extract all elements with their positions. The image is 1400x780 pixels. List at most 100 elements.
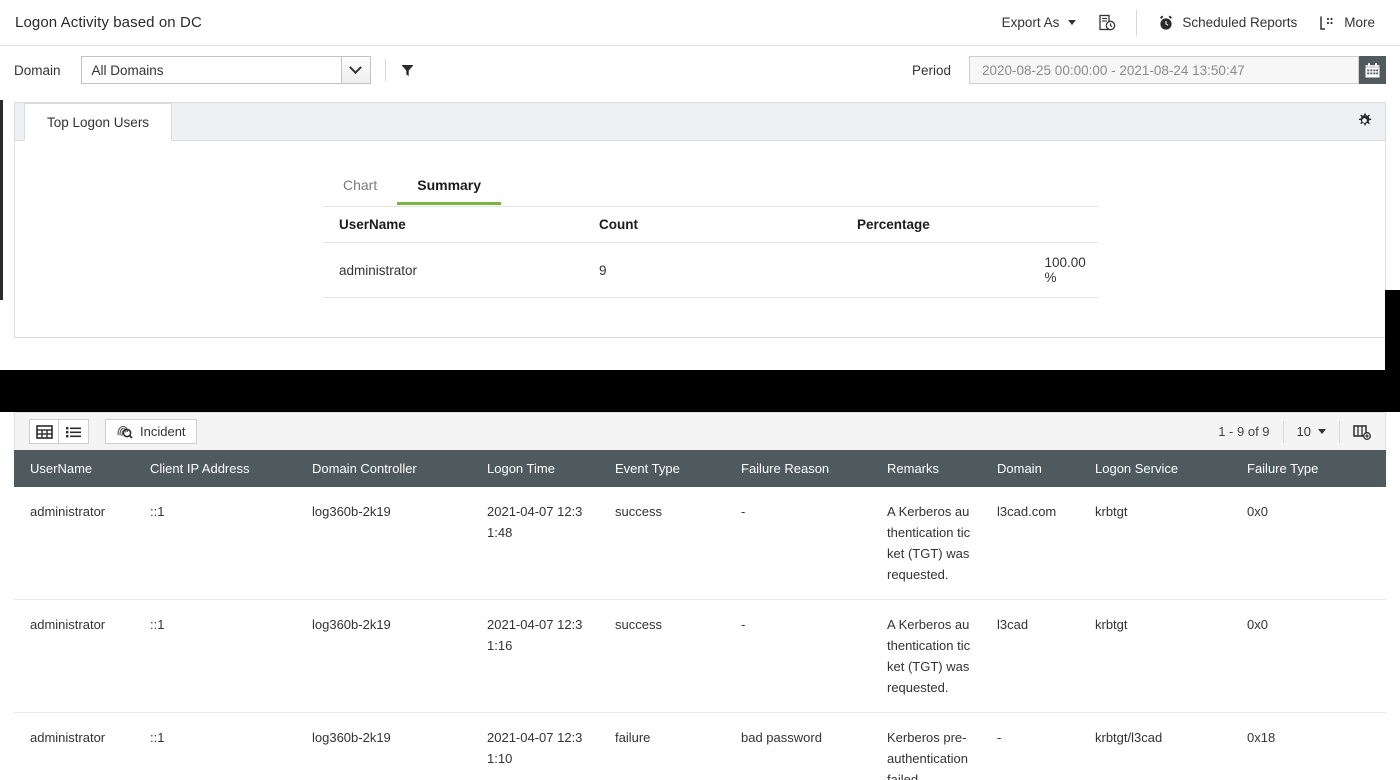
incident-button[interactable]: Incident: [105, 419, 197, 444]
page-info: 1 - 9 of 9: [1218, 424, 1269, 439]
export-history-button[interactable]: [1087, 8, 1127, 38]
summary-table: UserName Count Percentage administrator …: [323, 206, 1098, 298]
grid-col-event-type[interactable]: Event Type: [599, 450, 725, 487]
list-view-button[interactable]: [59, 419, 89, 444]
grid-col-remarks[interactable]: Remarks: [871, 450, 981, 487]
cell-domain-controller: log360b-2k19: [296, 713, 471, 780]
filter-divider: [385, 59, 386, 81]
percentage-bar-track: [857, 265, 1031, 276]
black-separator-band: [0, 370, 1400, 412]
page-title: Logon Activity based on DC: [0, 14, 202, 31]
cell-domain: l3cad: [981, 600, 1079, 713]
cell-username: administrator: [14, 600, 134, 713]
cell-remarks: A Kerberos authentication ticket (TGT) w…: [871, 600, 981, 713]
grid-col-domain-controller[interactable]: Domain Controller: [296, 450, 471, 487]
advanced-filter-button[interactable]: [400, 63, 415, 78]
toolbar-divider: [1136, 10, 1137, 36]
export-as-button[interactable]: Export As: [991, 8, 1088, 38]
table-row[interactable]: administrator ::1 log360b-2k19 2021-04-0…: [14, 487, 1386, 600]
table-row[interactable]: administrator 9 100.00 %: [323, 243, 1098, 298]
cell-failure-type: 0x18: [1231, 713, 1386, 780]
summary-cell-username: administrator: [323, 243, 583, 298]
cell-domain: -: [981, 713, 1079, 780]
scheduled-reports-button[interactable]: Scheduled Reports: [1146, 8, 1308, 38]
report-widget-card: Top Logon Users Chart Summary: [14, 102, 1386, 338]
grid-col-failure-reason[interactable]: Failure Reason: [725, 450, 871, 487]
summary-header-row: UserName Count Percentage: [323, 207, 1098, 243]
widget-tab-bar: Top Logon Users: [15, 103, 1385, 141]
cell-logon-service: krbtgt: [1079, 487, 1231, 600]
grid-col-domain[interactable]: Domain: [981, 450, 1079, 487]
cell-failure-type: 0x0: [1231, 600, 1386, 713]
cell-failure-reason: -: [725, 487, 871, 600]
funnel-filter-icon: [400, 63, 415, 78]
pagination-divider-2: [1339, 421, 1340, 443]
page-size-select[interactable]: 10: [1297, 424, 1326, 439]
calendar-picker-button[interactable]: [1359, 56, 1386, 84]
report-page: Logon Activity based on DC Export As: [0, 0, 1400, 780]
gear-icon: [1356, 112, 1373, 129]
table-view-icon: [36, 425, 53, 439]
cell-event-type: failure: [599, 713, 725, 780]
cell-failure-type: 0x0: [1231, 487, 1386, 600]
cell-logon-time: 2021-04-07 12:31:48: [471, 487, 599, 600]
period-input[interactable]: 2020-08-25 00:00:00 - 2021-08-24 13:50:4…: [969, 56, 1359, 84]
domain-label: Domain: [14, 63, 61, 78]
calendar-icon: [1364, 62, 1381, 79]
cell-client-ip: ::1: [134, 713, 296, 780]
table-view-button[interactable]: [29, 419, 59, 444]
tab-summary[interactable]: Summary: [397, 171, 501, 205]
caret-down-icon: [1318, 429, 1326, 434]
grid-col-client-ip[interactable]: Client IP Address: [134, 450, 296, 487]
filter-bar: Domain All Domains Period 2020-08-25 00:…: [0, 46, 1400, 94]
widget-settings-button[interactable]: [1356, 112, 1373, 134]
cell-domain-controller: log360b-2k19: [296, 600, 471, 713]
grid-col-username[interactable]: UserName: [14, 450, 134, 487]
cell-domain: l3cad.com: [981, 487, 1079, 600]
summary-col-percentage: Percentage: [841, 207, 1098, 243]
cell-username: administrator: [14, 713, 134, 780]
table-row[interactable]: administrator ::1 log360b-2k19 2021-04-0…: [14, 713, 1386, 780]
grid-col-logon-time[interactable]: Logon Time: [471, 450, 599, 487]
grid-col-failure-type[interactable]: Failure Type: [1231, 450, 1386, 487]
detail-grid: UserName Client IP Address Domain Contro…: [14, 450, 1386, 780]
percentage-value: 100.00 %: [1045, 255, 1099, 285]
period-label: Period: [912, 63, 951, 78]
cell-remarks: Kerberos pre-authentication failed.: [871, 713, 981, 780]
title-bar-actions: Export As Scheduled Repo: [991, 8, 1400, 38]
cell-logon-time: 2021-04-07 12:31:16: [471, 600, 599, 713]
domain-select[interactable]: All Domains: [81, 56, 371, 84]
add-column-icon: [1353, 424, 1371, 440]
list-view-icon: [65, 425, 82, 439]
tab-chart[interactable]: Chart: [323, 171, 397, 205]
summary-col-username: UserName: [323, 207, 583, 243]
more-button[interactable]: More: [1308, 8, 1386, 38]
tab-top-logon-users-label: Top Logon Users: [47, 115, 149, 130]
incident-label: Incident: [140, 424, 186, 439]
tab-summary-label: Summary: [417, 177, 481, 193]
summary-panel: Chart Summary UserName Count Percentage: [323, 171, 1098, 298]
scheduled-reports-label: Scheduled Reports: [1182, 15, 1297, 30]
cell-event-type: success: [599, 600, 725, 713]
detail-grid-section: Incident 1 - 9 of 9 10: [0, 412, 1400, 780]
table-row[interactable]: administrator ::1 log360b-2k19 2021-04-0…: [14, 600, 1386, 713]
domain-select-value: All Domains: [92, 63, 164, 78]
cell-remarks: A Kerberos authentication ticket (TGT) w…: [871, 487, 981, 600]
grid-header-row: UserName Client IP Address Domain Contro…: [14, 450, 1386, 487]
cell-logon-service: krbtgt: [1079, 600, 1231, 713]
chart-summary-tabs: Chart Summary: [323, 171, 1098, 205]
tab-top-logon-users[interactable]: Top Logon Users: [24, 103, 172, 141]
grid-col-logon-service[interactable]: Logon Service: [1079, 450, 1231, 487]
cell-domain-controller: log360b-2k19: [296, 487, 471, 600]
cell-failure-reason: -: [725, 600, 871, 713]
chevron-down-icon[interactable]: [341, 57, 370, 83]
grid-pagination: 1 - 9 of 9 10: [1218, 421, 1371, 443]
add-column-button[interactable]: [1353, 424, 1371, 440]
incident-search-icon: [116, 424, 133, 439]
tab-chart-label: Chart: [343, 177, 377, 193]
cell-logon-time: 2021-04-07 12:31:10: [471, 713, 599, 780]
summary-body: administrator 9 100.00 %: [323, 243, 1098, 298]
chevron-down-icon: [1068, 20, 1076, 25]
alarm-clock-icon: [1157, 14, 1175, 32]
cell-event-type: success: [599, 487, 725, 600]
